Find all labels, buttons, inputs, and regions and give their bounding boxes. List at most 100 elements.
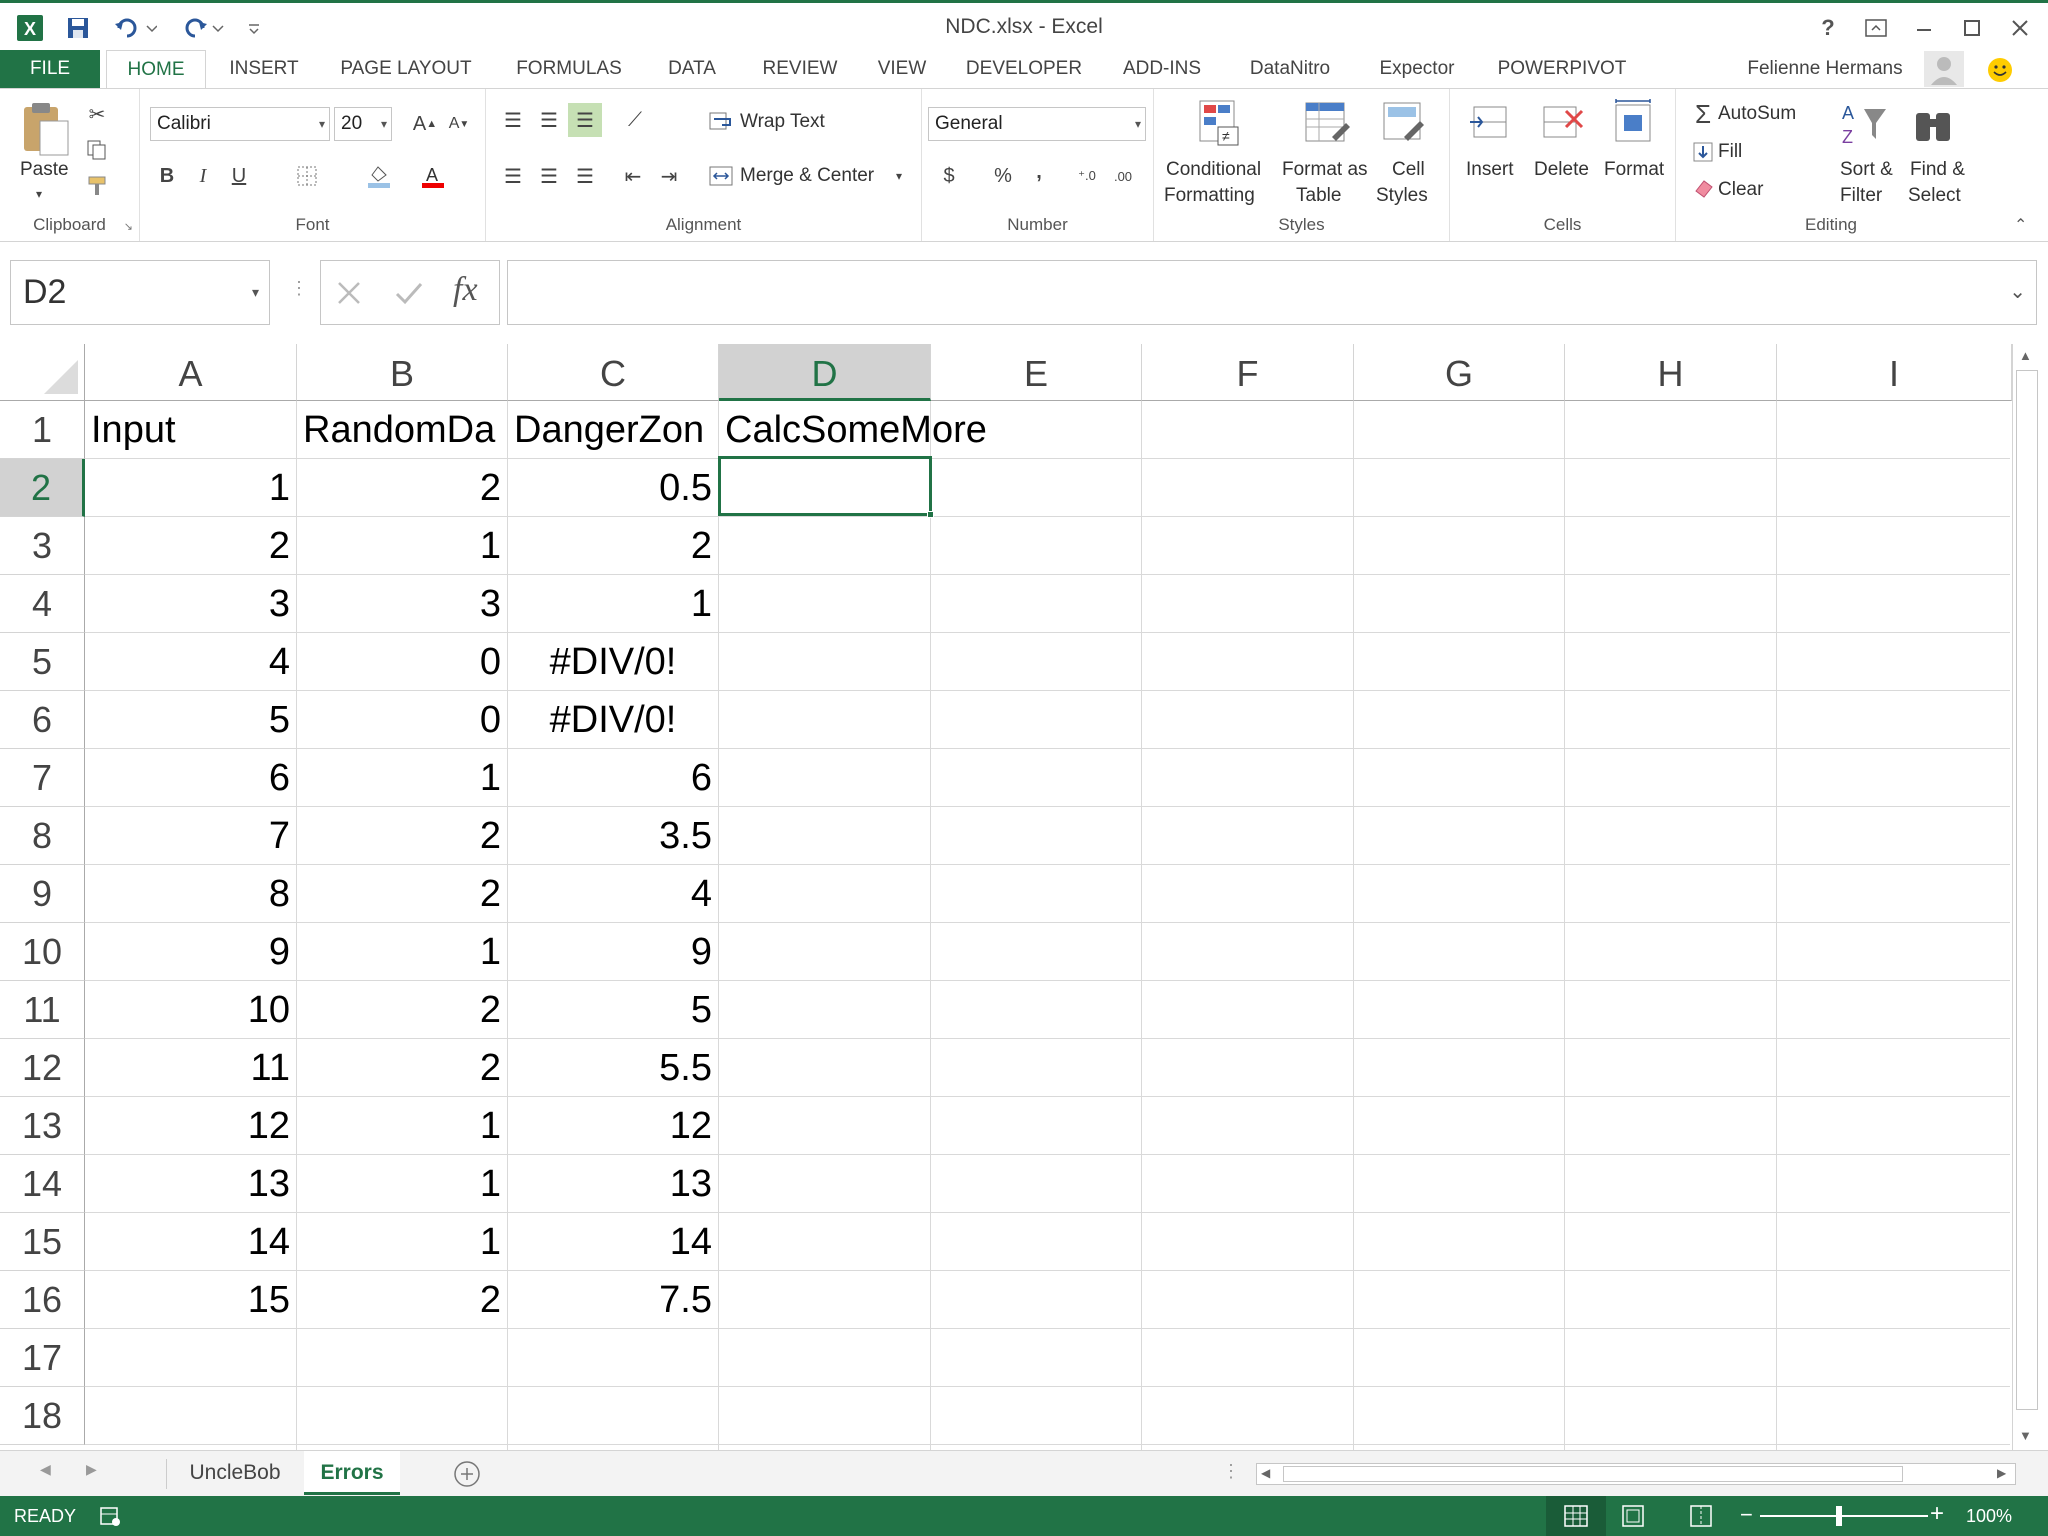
row-header[interactable]: 6	[0, 691, 85, 749]
clear-icon[interactable]	[1686, 171, 1720, 205]
user-name[interactable]: Felienne Hermans	[1740, 50, 1910, 88]
collapse-ribbon-icon[interactable]: ⌃	[2014, 215, 2027, 235]
zoom-slider-thumb[interactable]	[1836, 1506, 1842, 1526]
merge-dropdown-icon[interactable]: ▾	[896, 169, 902, 183]
cell-c4[interactable]: 1	[508, 575, 718, 633]
underline-button[interactable]: U	[222, 159, 256, 193]
zoom-level[interactable]: 100%	[1966, 1506, 2012, 1527]
cell-c15[interactable]: 14	[508, 1213, 718, 1271]
expand-formula-bar-icon[interactable]: ⌄	[2009, 279, 2026, 304]
cell-b6[interactable]: 0	[297, 691, 507, 749]
cell-c9[interactable]: 4	[508, 865, 718, 923]
cell-b2[interactable]: 2	[297, 459, 507, 517]
column-header-c[interactable]: C	[508, 344, 719, 401]
smiley-feedback-icon[interactable]	[1986, 56, 2014, 84]
cell-c13[interactable]: 12	[508, 1097, 718, 1155]
vertical-scrollbar[interactable]: ▲ ▼	[2012, 344, 2042, 1452]
page-layout-view-icon[interactable]	[1620, 1504, 1646, 1533]
align-center-icon[interactable]: ☰	[532, 159, 566, 193]
align-middle-icon[interactable]: ☰	[532, 103, 566, 137]
format-cells-icon[interactable]	[1610, 97, 1658, 151]
conditional-formatting-label-2[interactable]: Formatting	[1164, 185, 1255, 207]
row-header[interactable]: 8	[0, 807, 85, 865]
cell-c8[interactable]: 3.5	[508, 807, 718, 865]
column-header-i[interactable]: I	[1777, 344, 2012, 401]
conditional-formatting-icon[interactable]: ≠	[1196, 97, 1244, 151]
name-box[interactable]: D2 ▾	[10, 260, 270, 325]
cell-a3[interactable]: 2	[85, 517, 296, 575]
cell-a4[interactable]: 3	[85, 575, 296, 633]
conditional-formatting-label-1[interactable]: Conditional	[1166, 159, 1261, 181]
cell-d9[interactable]	[719, 865, 930, 923]
cell-b8[interactable]: 2	[297, 807, 507, 865]
copy-icon[interactable]	[80, 133, 114, 167]
column-header-h[interactable]: H	[1565, 344, 1777, 401]
sort-filter-label-2[interactable]: Filter	[1840, 185, 1882, 207]
row-header[interactable]: 3	[0, 517, 85, 575]
find-select-label-1[interactable]: Find &	[1910, 159, 1965, 181]
delete-cells-label[interactable]: Delete	[1534, 159, 1589, 181]
confirm-entry-icon[interactable]	[393, 277, 425, 314]
format-painter-icon[interactable]	[80, 169, 114, 203]
cell-a1[interactable]: Input	[85, 401, 296, 459]
cell-d16[interactable]	[719, 1271, 930, 1329]
comma-button[interactable]: ,	[1022, 155, 1056, 189]
currency-button[interactable]: $	[932, 159, 966, 193]
font-size-combo[interactable]: 20 ▾	[334, 107, 392, 141]
cell-styles-label-1[interactable]: Cell	[1392, 159, 1425, 181]
cell-d11[interactable]	[719, 981, 930, 1039]
increase-indent-icon[interactable]: ⇥	[652, 159, 686, 193]
cell-d1[interactable]: CalcSomeMore	[719, 401, 1019, 459]
cell-b15[interactable]: 1	[297, 1213, 507, 1271]
cell-a15[interactable]: 14	[85, 1213, 296, 1271]
column-header-b[interactable]: B	[297, 344, 508, 401]
column-header-a[interactable]: A	[85, 344, 297, 401]
column-header-f[interactable]: F	[1142, 344, 1354, 401]
cell-styles-icon[interactable]	[1380, 97, 1428, 151]
cell-b17[interactable]	[297, 1329, 507, 1387]
column-header-g[interactable]: G	[1354, 344, 1565, 401]
worksheet-grid[interactable]: ABCDEFGHI 1 Input RandomDa DangerZon CalcSom…	[0, 344, 2048, 1454]
row-header[interactable]: 10	[0, 923, 85, 981]
cell-c17[interactable]	[508, 1329, 718, 1387]
cell-b13[interactable]: 1	[297, 1097, 507, 1155]
cell-c2[interactable]: 0.5	[508, 459, 718, 517]
tab-page-layout[interactable]: PAGE LAYOUT	[330, 50, 482, 88]
tab-expector[interactable]: Expector	[1368, 50, 1466, 88]
align-bottom-icon[interactable]: ☰	[568, 103, 602, 137]
insert-function-icon[interactable]: fx	[453, 271, 478, 309]
row-header[interactable]: 14	[0, 1155, 85, 1213]
cell-d10[interactable]	[719, 923, 930, 981]
macro-record-icon[interactable]	[98, 1504, 122, 1533]
tab-formulas[interactable]: FORMULAS	[506, 50, 632, 88]
cell-styles-label-2[interactable]: Styles	[1376, 185, 1428, 207]
tab-powerpivot[interactable]: POWERPIVOT	[1492, 50, 1632, 88]
clear-button[interactable]: Clear	[1718, 179, 1763, 201]
format-as-table-icon[interactable]	[1302, 97, 1350, 151]
insert-cells-label[interactable]: Insert	[1466, 159, 1514, 181]
row-header[interactable]: 11	[0, 981, 85, 1039]
tab-insert[interactable]: INSERT	[216, 50, 312, 88]
cell-a2[interactable]: 1	[85, 459, 296, 517]
fill-color-icon[interactable]	[362, 159, 396, 193]
cell-a6[interactable]: 5	[85, 691, 296, 749]
number-format-combo[interactable]: General ▾	[928, 107, 1146, 141]
fill-button[interactable]: Fill	[1718, 141, 1742, 163]
cell-d18[interactable]	[719, 1387, 930, 1445]
cell-b16[interactable]: 2	[297, 1271, 507, 1329]
cell-b14[interactable]: 1	[297, 1155, 507, 1213]
cell-b18[interactable]	[297, 1387, 507, 1445]
cell-c7[interactable]: 6	[508, 749, 718, 807]
formula-input[interactable]: ⌄	[507, 260, 2037, 325]
tab-review[interactable]: REVIEW	[752, 50, 848, 88]
format-cells-label[interactable]: Format	[1604, 159, 1664, 181]
italic-button[interactable]: I	[186, 159, 220, 193]
decrease-indent-icon[interactable]: ⇤	[616, 159, 650, 193]
cell-a14[interactable]: 13	[85, 1155, 296, 1213]
normal-view-icon[interactable]	[1546, 1496, 1606, 1536]
cell-a8[interactable]: 7	[85, 807, 296, 865]
cell-d5[interactable]	[719, 633, 930, 691]
cell-a16[interactable]: 15	[85, 1271, 296, 1329]
cut-icon[interactable]: ✂	[80, 97, 114, 131]
cell-b1[interactable]: RandomDa	[297, 401, 507, 459]
